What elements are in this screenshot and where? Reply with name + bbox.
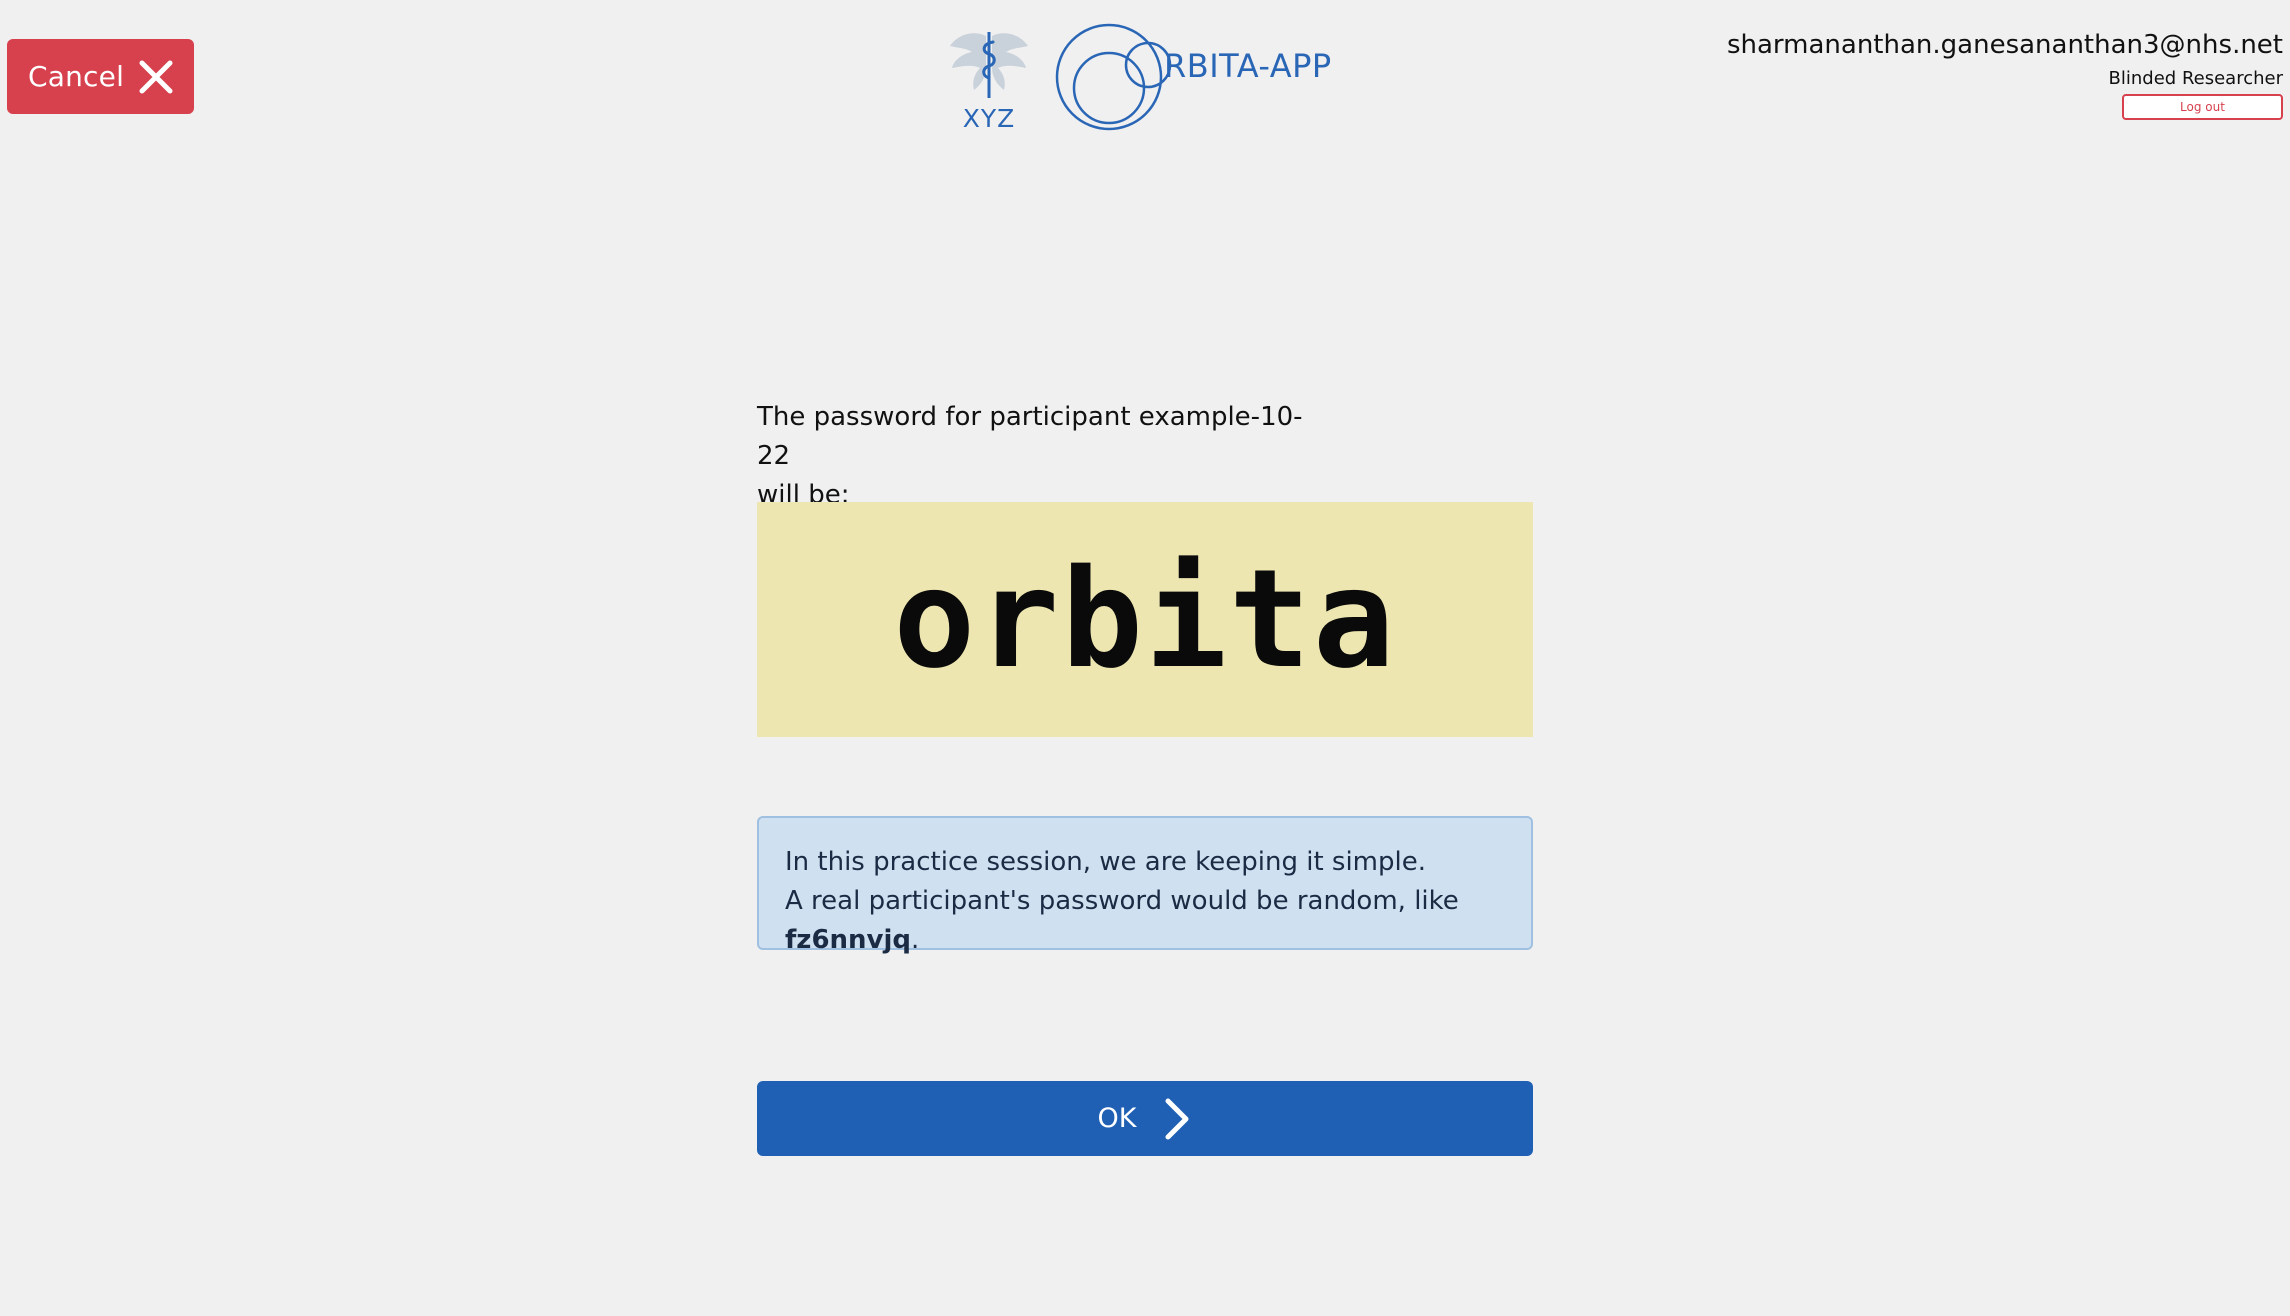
info-line-1: In this practice session, we are keeping… — [785, 847, 1426, 877]
logout-button[interactable]: Log out — [2122, 94, 2283, 120]
practice-info-box: In this practice session, we are keeping… — [757, 816, 1533, 955]
cancel-button-label: Cancel — [28, 60, 125, 93]
info-line-2-prefix: A real participant's password would be r… — [785, 886, 1459, 916]
orbita-circles-icon — [1055, 23, 1172, 131]
xyz-logo: XYZ — [944, 26, 1034, 136]
user-role: Blinded Researcher — [2108, 68, 2283, 89]
password-intro: The password for participant example-10-… — [757, 398, 1317, 515]
user-email: sharmananthan.ganesananthan3@nhs.net — [1726, 30, 2283, 60]
cancel-button[interactable]: Cancel — [7, 39, 194, 114]
orbita-app-logo: RBITA-APP — [1052, 22, 1342, 132]
example-password: fz6nnvjq — [785, 925, 912, 955]
password-value: orbita — [893, 540, 1397, 699]
chevron-right-icon — [1165, 1098, 1189, 1139]
ok-button-label: OK — [1097, 1103, 1137, 1134]
xyz-logo-text: XYZ — [962, 104, 1016, 133]
info-line-2-suffix: . — [911, 925, 920, 955]
ok-button[interactable]: OK — [757, 1081, 1533, 1156]
password-display: orbita — [757, 502, 1533, 737]
caduceus-icon — [950, 32, 1028, 98]
close-icon — [139, 60, 173, 94]
password-intro-line-1: The password for participant example-10-… — [757, 402, 1303, 471]
info-line-2: A real participant's password would be r… — [785, 882, 1505, 960]
orbita-app-logo-text: RBITA-APP — [1164, 47, 1332, 85]
user-info: sharmananthan.ganesananthan3@nhs.net Bli… — [1727, 30, 2283, 120]
